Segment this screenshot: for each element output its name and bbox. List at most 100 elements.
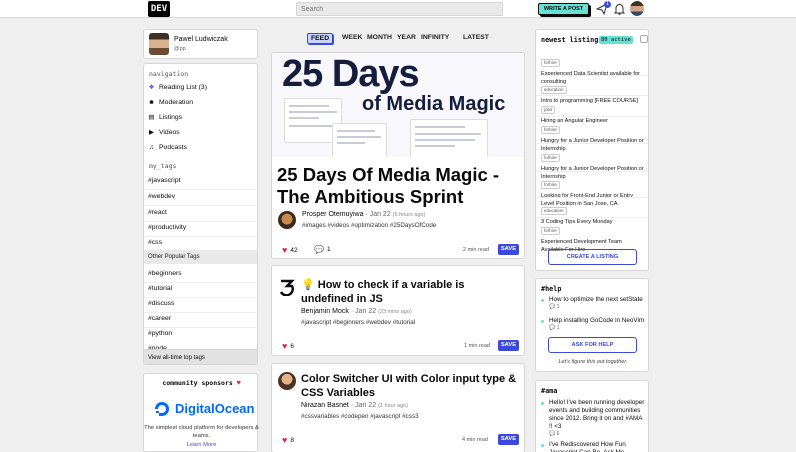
tab-feed[interactable]: FEED	[307, 33, 334, 44]
tab-infinity[interactable]: INFINITY	[421, 34, 449, 41]
ama-question[interactable]: I've Rediscovered How Fun Javascript Can…	[541, 441, 645, 452]
popular-tag-discuss[interactable]: #discuss	[148, 300, 174, 307]
ama-question[interactable]: Hello! I've been running developer event…	[541, 399, 645, 437]
article-title[interactable]: 25 Days Of Media Magic - The Ambitious S…	[277, 164, 521, 208]
sidebar-item-podcasts[interactable]: ♫ Podcasts	[148, 144, 187, 151]
divider	[536, 217, 648, 218]
bullet-icon	[541, 444, 544, 447]
comments-button[interactable]: 💬 1	[314, 245, 331, 254]
dev-logo[interactable]: DEV	[148, 1, 170, 17]
my-tags-title: my_tags	[149, 162, 177, 170]
bullet-icon	[541, 299, 544, 302]
sidebar-item-reading-list[interactable]: ❖ Reading List (3)	[148, 84, 207, 91]
comment-icon: 💬	[314, 245, 324, 254]
reactions-button[interactable]: ♥ 42	[282, 245, 298, 255]
author-name[interactable]: Prosper Otemuyiwa	[302, 211, 363, 218]
bullet-icon	[541, 402, 544, 405]
divider	[536, 197, 648, 198]
listings-title[interactable]: newest listings	[541, 36, 602, 44]
divider	[144, 205, 257, 206]
ama-title[interactable]: #ama	[541, 387, 557, 395]
reactions-button[interactable]: ♥ 8	[282, 435, 294, 445]
reactions-button[interactable]: ♥ 6	[282, 341, 294, 351]
featured-article-card[interactable]: 25 Days of Media Magic 25 Days Of Media …	[271, 52, 525, 259]
article-cover-image[interactable]: 25 Days of Media Magic	[272, 53, 524, 157]
sponsor-learn-more-link[interactable]: Learn More	[144, 442, 259, 448]
popular-tag-career[interactable]: #career	[148, 315, 171, 322]
tab-month[interactable]: MONTH	[367, 34, 392, 41]
user-avatar[interactable]	[630, 1, 644, 16]
tab-year[interactable]: YEAR	[397, 34, 416, 41]
author-avatar[interactable]	[278, 211, 296, 229]
help-question[interactable]: Help installing GoCode in NeoVim 💬 1	[541, 317, 645, 331]
tab-week[interactable]: WEEK	[342, 34, 362, 41]
author-name[interactable]: Benjamin Mock	[301, 308, 349, 315]
ask-for-help-button[interactable]: ASK FOR HELP	[548, 337, 637, 353]
cover-screenshot	[410, 119, 488, 157]
article-title[interactable]: Color Switcher UI with Color input type …	[301, 372, 519, 400]
my-tag-css[interactable]: #css	[148, 239, 162, 246]
comment-icon: 💬	[549, 304, 556, 310]
sidebar-item-label: Podcasts	[159, 144, 187, 151]
article-tags[interactable]: #cssvariables #codepen #javascript #css3	[301, 413, 419, 420]
profile-card[interactable]: Pawel Ludwiczak @pp	[143, 29, 258, 59]
active-listings-badge: 80 active	[599, 36, 633, 44]
sidebar-item-label: Moderation	[159, 99, 194, 106]
article-card[interactable]: 💡 How to check if a variable is undefine…	[271, 265, 525, 356]
view-all-tags-link[interactable]: View all-time top tags	[144, 349, 257, 364]
article-tags[interactable]: #javascript #beginners #webdev #tutorial	[301, 319, 415, 326]
author-avatar[interactable]	[278, 278, 296, 296]
moderation-icon: ☻	[148, 99, 155, 106]
search-input[interactable]	[296, 2, 503, 16]
top-nav: DEV WRITE A POST 1	[0, 0, 796, 18]
create-listing-button[interactable]: CREATE A LISTING	[548, 249, 637, 265]
sponsor-card: community sponsors ♥ DigitalOcean The si…	[143, 373, 259, 452]
save-button[interactable]: SAVE	[498, 244, 519, 255]
sponsor-name[interactable]: DigitalOcean	[175, 401, 254, 416]
bookmark-icon: ❖	[148, 84, 155, 91]
divider	[144, 236, 257, 237]
profile-handle: @pp	[174, 46, 186, 52]
sidebar-nav: navigation ❖ Reading List (3) ☻ Moderati…	[143, 63, 258, 365]
comment-count: 💬 1	[549, 304, 560, 310]
my-tag-webdev[interactable]: #webdev	[148, 193, 175, 200]
tab-latest[interactable]: LATEST	[463, 34, 489, 41]
help-title[interactable]: #help	[541, 285, 561, 293]
write-post-button[interactable]: WRITE A POST	[538, 3, 589, 15]
article-tags[interactable]: #images #videos #optimization #25DaysOfC…	[302, 222, 436, 229]
article-title[interactable]: 💡 How to check if a variable is undefine…	[301, 278, 519, 306]
popular-tag-tutorial[interactable]: #tutorial	[148, 285, 172, 292]
divider	[144, 327, 257, 328]
author-avatar[interactable]	[278, 372, 296, 390]
divider	[536, 95, 648, 96]
profile-name: Pawel Ludwiczak	[174, 36, 228, 43]
popular-tag-beginners[interactable]: #beginners	[148, 270, 182, 277]
author-name[interactable]: Nirazan Basnet	[301, 402, 349, 409]
sidebar-item-listings[interactable]: ▤ Listings	[148, 114, 182, 121]
save-button[interactable]: SAVE	[498, 340, 519, 351]
cover-screenshot	[332, 123, 387, 157]
my-tag-javascript[interactable]: #javascript	[148, 177, 181, 184]
help-question[interactable]: How to optimize the next setState 💬 1	[541, 296, 645, 310]
sidebar-item-label: Videos	[159, 129, 180, 136]
my-tag-productivity[interactable]: #productivity	[148, 224, 186, 231]
cover-title: 25 Days	[282, 53, 420, 95]
digitalocean-logo-icon[interactable]	[153, 400, 171, 418]
listings-icon: ▤	[148, 114, 155, 121]
comment-count: 💬 6	[549, 431, 560, 437]
help-note: Let's figure this out together.	[558, 359, 628, 365]
popular-tag-python[interactable]: #python	[148, 330, 172, 337]
my-tag-react[interactable]: #react	[148, 209, 167, 216]
comment-icon: 💬	[549, 431, 556, 437]
other-popular-tags-title: Other Popular Tags	[144, 250, 257, 264]
bell-icon[interactable]	[614, 3, 625, 15]
heart-icon: ♥	[236, 379, 241, 387]
article-card[interactable]: Color Switcher UI with Color input type …	[271, 363, 525, 452]
video-icon: ▶	[149, 129, 154, 136]
sidebar-item-moderation[interactable]: ☻ Moderation	[148, 99, 193, 106]
expand-icon[interactable]	[640, 35, 648, 43]
sponsor-title: community sponsors ♥	[162, 379, 241, 387]
headphones-icon: ♫	[149, 144, 154, 151]
save-button[interactable]: SAVE	[498, 434, 519, 445]
sidebar-item-videos[interactable]: ▶ Videos	[148, 129, 180, 136]
